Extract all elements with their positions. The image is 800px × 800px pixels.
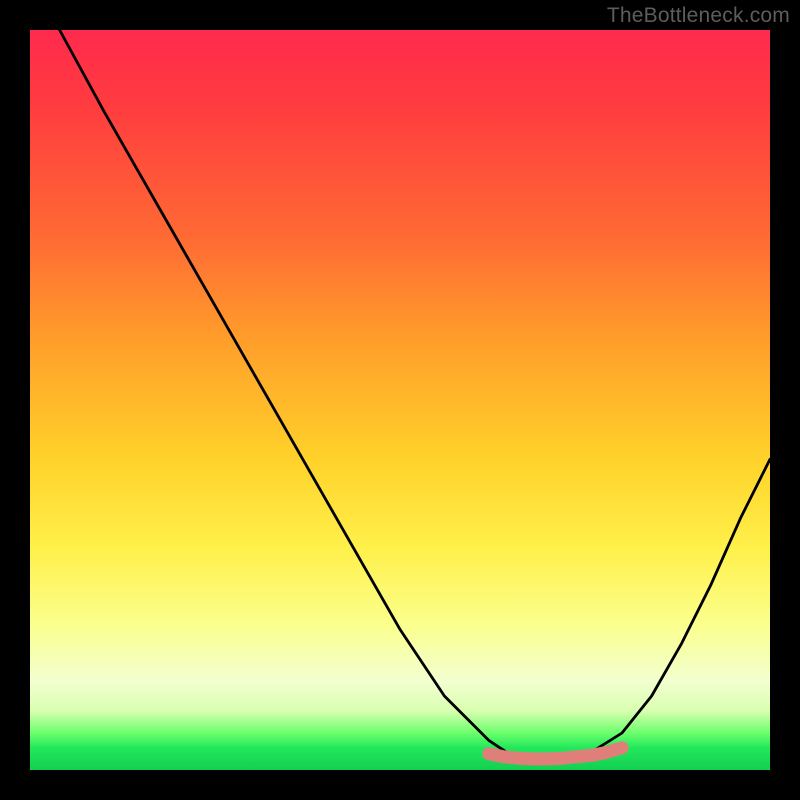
green-zone-marker [489,748,622,759]
watermark-text: TheBottleneck.com [607,4,790,28]
gradient-plot-area [30,30,770,770]
curve-svg [30,30,770,770]
bottleneck-curve [60,30,770,759]
chart-frame: TheBottleneck.com [0,0,800,800]
